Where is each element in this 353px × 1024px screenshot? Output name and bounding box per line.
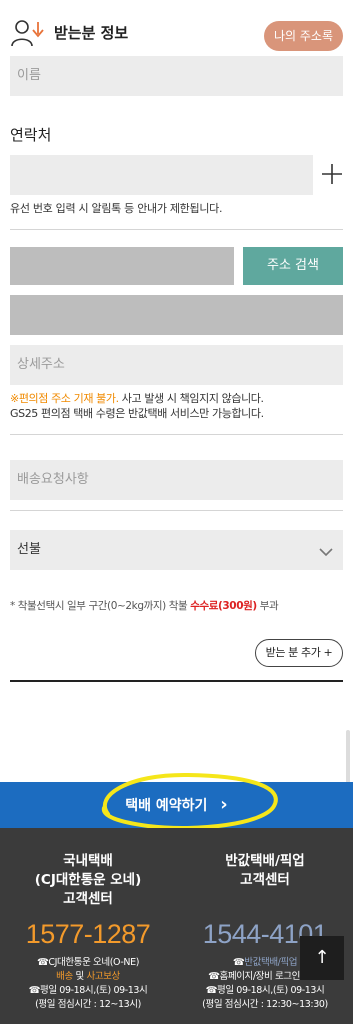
title-line: 국내택배 bbox=[63, 853, 113, 869]
compensation-link: 사고보상 bbox=[86, 971, 120, 982]
address-field bbox=[10, 295, 343, 335]
user-arrow-icon bbox=[10, 18, 48, 48]
half-price-parcel-center: 반값택배/픽업 고객센터 1544-4101 ☎반값택배/픽업 ☎홈페이지/장비… bbox=[177, 828, 353, 1012]
half-price-link: 반값택배/픽업 bbox=[244, 957, 298, 968]
address-warning: ※편의점 주소 기재 불가. 사고 발생 시 책임지지 않습니다. bbox=[10, 390, 264, 406]
fee-note-prefix: * 착불선택시 일부 구간(0~2kg까지) 착불 bbox=[10, 600, 191, 612]
domestic-center-title: 국내택배 (CJ대한통운 오네) 고객센터 bbox=[0, 852, 176, 909]
scroll-to-top-button[interactable]: ↑ bbox=[300, 936, 344, 980]
divider bbox=[10, 434, 343, 435]
phone-input[interactable] bbox=[10, 155, 313, 195]
payment-select[interactable]: 선불 bbox=[10, 530, 343, 570]
add-recipient-button[interactable]: 받는 분 추가 + bbox=[255, 639, 343, 667]
address-book-button[interactable]: 나의 주소록 bbox=[264, 21, 343, 51]
hours-line: ☎평일 09-18시,(토) 09-13시 bbox=[28, 985, 148, 996]
phone-note: 유선 번호 입력 시 알림톡 등 안내가 제한됩니다. bbox=[10, 202, 223, 215]
gs25-note: GS25 편의점 택배 수령은 반값택배 서비스만 가능합니다. bbox=[10, 407, 264, 420]
divider bbox=[10, 229, 343, 230]
delivery-request-input[interactable]: 배송요청사항 bbox=[10, 460, 343, 500]
phone-glyph: ☎ bbox=[232, 957, 245, 968]
cod-fee-note: * 착불선택시 일부 구간(0~2kg까지) 착불 수수료(300원) 부과 bbox=[10, 598, 279, 613]
cj-line: ☎CJ대한통운 오네(O-NE) bbox=[36, 957, 140, 968]
title-line: (CJ대한통운 오네) bbox=[34, 872, 142, 888]
warning-emphasis: ※편의점 주소 기재 불가. bbox=[10, 392, 119, 405]
hours-line: ☎평일 09-18시,(토) 09-13시 bbox=[205, 985, 325, 996]
highlight-scribble bbox=[88, 766, 284, 836]
contact-label: 연락처 bbox=[10, 126, 52, 144]
fee-note-suffix: 부과 bbox=[256, 600, 279, 612]
half-price-center-title: 반값택배/픽업 고객센터 bbox=[177, 852, 353, 890]
customer-center-footer: 국내택배 (CJ대한통운 오네) 고객센터 1577-1287 ☎CJ대한통운 … bbox=[0, 828, 353, 1024]
title-line: 고객센터 bbox=[240, 872, 290, 888]
address-search-button[interactable]: 주소 검색 bbox=[243, 247, 343, 285]
title-line: 반값택배/픽업 bbox=[225, 853, 305, 869]
domestic-parcel-center: 국내택배 (CJ대한통운 오네) 고객센터 1577-1287 ☎CJ대한통운 … bbox=[0, 828, 176, 1012]
zipcode-field bbox=[10, 247, 234, 285]
scrollbar[interactable] bbox=[346, 730, 350, 790]
divider bbox=[10, 510, 343, 511]
detail-address-input[interactable]: 상세주소 bbox=[10, 345, 343, 385]
lunch-line: (평일 점심시간 : 12~13시) bbox=[35, 999, 141, 1010]
domestic-phone-number[interactable]: 1577-1287 bbox=[0, 919, 176, 950]
delivery-compensation-line: 배송 및 사고보상 bbox=[0, 970, 176, 984]
lunch-line: (평일 점심시간 : 12:30~13:30) bbox=[202, 999, 328, 1010]
fee-note-highlight: 수수료(300원) bbox=[190, 600, 257, 612]
and-text: 및 bbox=[72, 971, 87, 982]
name-input[interactable]: 이름 bbox=[10, 56, 343, 96]
delivery-link: 배송 bbox=[56, 971, 73, 982]
warning-text: 사고 발생 시 책임지지 않습니다. bbox=[118, 392, 264, 405]
chevron-down-icon bbox=[318, 543, 334, 557]
section-end-line bbox=[10, 680, 343, 682]
title-line: 고객센터 bbox=[63, 891, 113, 907]
add-phone-icon[interactable] bbox=[320, 162, 344, 186]
section-title: 받는분 정보 bbox=[54, 24, 129, 42]
